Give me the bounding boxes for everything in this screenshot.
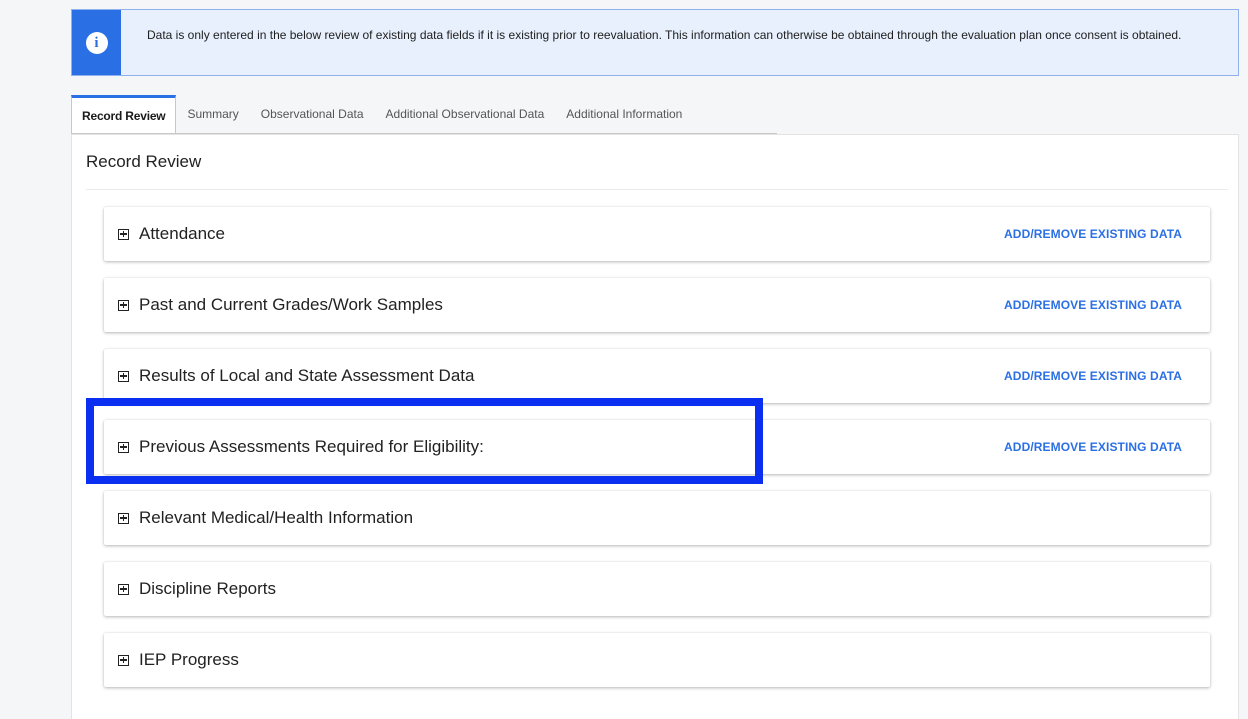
tab-observational-data[interactable]: Observational Data [250, 95, 375, 133]
section-title: Discipline Reports [139, 579, 276, 598]
section-previous-assessments[interactable]: Previous Assessments Required for Eligib… [104, 420, 1210, 474]
tab-bar: Record Review Summary Observational Data… [71, 95, 777, 134]
section-medical-health[interactable]: Relevant Medical/Health Information [104, 491, 1210, 545]
section-title: Previous Assessments Required for Eligib… [139, 437, 484, 456]
alert-icon-column: i [72, 10, 121, 75]
info-alert: i Data is only entered in the below revi… [71, 9, 1239, 76]
expand-plus-icon[interactable] [118, 654, 129, 666]
add-remove-existing-data-button[interactable]: ADD/REMOVE EXISTING DATA [1004, 298, 1182, 312]
add-remove-existing-data-button[interactable]: ADD/REMOVE EXISTING DATA [1004, 369, 1182, 383]
add-remove-existing-data-button[interactable]: ADD/REMOVE EXISTING DATA [1004, 440, 1182, 454]
expand-plus-icon[interactable] [118, 441, 129, 453]
page: i Data is only entered in the below revi… [0, 0, 1248, 719]
expand-plus-icon[interactable] [118, 299, 129, 311]
section-title: Relevant Medical/Health Information [139, 508, 414, 527]
section-title: Attendance [139, 224, 226, 243]
section-local-state-assessment[interactable]: Results of Local and State Assessment Da… [104, 349, 1210, 403]
add-remove-existing-data-button[interactable]: ADD/REMOVE EXISTING DATA [1004, 227, 1182, 241]
alert-message: Data is only entered in the below review… [147, 28, 1182, 42]
section-attendance[interactable]: Attendance ADD/REMOVE EXISTING DATA [104, 207, 1210, 261]
section-title: Results of Local and State Assessment Da… [139, 366, 475, 385]
expand-plus-icon[interactable] [118, 583, 129, 595]
tab-summary[interactable]: Summary [176, 95, 249, 133]
info-icon: i [85, 31, 108, 54]
record-review-panel: Record Review Attendance ADD/REMOVE EXIS… [71, 134, 1239, 719]
section-title: Past and Current Grades/Work Samples [139, 295, 443, 314]
panel-divider [86, 189, 1228, 190]
tab-additional-information[interactable]: Additional Information [555, 95, 693, 133]
expand-plus-icon[interactable] [118, 370, 129, 382]
tab-record-review[interactable]: Record Review [71, 95, 177, 133]
section-iep-progress[interactable]: IEP Progress [104, 633, 1210, 687]
section-grades-work-samples[interactable]: Past and Current Grades/Work Samples ADD… [104, 278, 1210, 332]
tab-additional-observational-data[interactable]: Additional Observational Data [375, 95, 556, 133]
section-discipline-reports[interactable]: Discipline Reports [104, 562, 1210, 616]
panel-title: Record Review [86, 152, 202, 171]
section-title: IEP Progress [139, 650, 239, 669]
expand-plus-icon[interactable] [118, 512, 129, 524]
expand-plus-icon[interactable] [118, 228, 129, 240]
